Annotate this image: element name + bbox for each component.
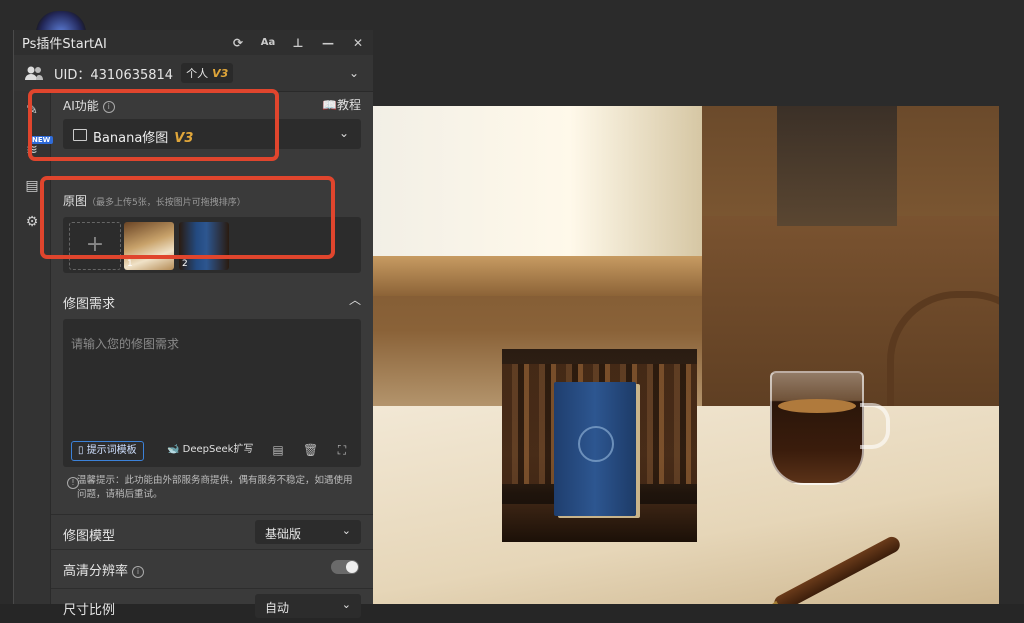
model-select[interactable]: 基础版 ⌄ — [255, 520, 361, 544]
hd-heading: 高清分辨率 i — [63, 560, 145, 579]
window-area — [372, 106, 702, 266]
model-row: 修图模型 基础版 ⌄ — [51, 514, 373, 549]
blue-book — [554, 382, 636, 516]
back-window — [777, 106, 897, 226]
panel-content: AI功能 i 📖教程 Banana修图 V3 ⌄ 原图（最多上传5张，长按图片可拖拽… — [51, 91, 373, 618]
minimize-icon[interactable]: — — [313, 36, 343, 50]
model-label: 修图模型 — [63, 529, 116, 544]
user-bar[interactable]: UID：4310635814 个人 V3 ⌄ — [14, 55, 373, 92]
tutorial-link[interactable]: 📖教程 — [322, 96, 361, 113]
close-icon[interactable]: ✕ — [343, 36, 373, 50]
chevron-down-icon: ⌄ — [338, 126, 349, 140]
chevron-down-icon: ⌄ — [341, 598, 351, 611]
ratio-row: 尺寸比例 自动 ⌄ — [51, 588, 373, 623]
ratio-label: 尺寸比例 — [63, 603, 116, 618]
users-icon — [24, 65, 44, 81]
pin-icon[interactable]: ⊥ — [283, 36, 313, 50]
panel-sidebar: ✎ ≋ NEW ▤ ⚙ — [14, 91, 54, 604]
hd-toggle[interactable] — [331, 560, 359, 574]
plan-badge: 个人 V3 — [181, 63, 234, 83]
highlight-box-ai-function — [28, 89, 279, 161]
book-icon: 📖 — [322, 98, 337, 112]
document-icon[interactable]: ▤ — [23, 177, 41, 195]
plan-version: V3 — [212, 67, 229, 80]
panel-titlebar: Ps插件StartAI ⟳ Aa ⊥ — ✕ — [14, 30, 373, 55]
ratio-select[interactable]: 自动 ⌄ — [255, 594, 361, 618]
highlight-box-source-images — [40, 176, 335, 259]
ratio-value: 自动 — [265, 601, 290, 615]
edit-request-placeholder: 请输入您的修图需求 — [71, 337, 180, 351]
chevron-down-icon[interactable]: ⌄ — [349, 66, 359, 80]
tutorial-label: 教程 — [336, 98, 361, 112]
toggle-knob — [346, 561, 358, 573]
refresh-icon[interactable]: ⟳ — [223, 36, 253, 50]
font-size-icon[interactable]: Aa — [253, 37, 283, 48]
hd-label: 高清分辨率 — [63, 564, 129, 579]
edit-request-label: 修图需求 — [63, 297, 116, 312]
service-notice: 温馨提示：此功能由外部服务商提供，偶有服务不稳定，如遇使用问题，请稍后重试。 — [77, 475, 353, 500]
uid-label: UID：4310635814 — [54, 67, 174, 83]
deepseek-expand-button[interactable]: 🐋 DeepSeek扩写 — [167, 441, 253, 459]
prompt-template-label: 提示词模板 — [86, 445, 137, 456]
expand-icon[interactable]: ⛶ — [335, 443, 349, 457]
book-image-layer[interactable] — [502, 349, 697, 542]
plan-name: 个人 — [186, 67, 209, 80]
window-sill — [372, 256, 702, 296]
info-icon[interactable]: i — [132, 566, 145, 578]
thumbnail-index: 2 — [182, 259, 188, 269]
panel-title: Ps插件StartAI — [22, 37, 107, 52]
gear-icon[interactable]: ⚙ — [23, 213, 41, 231]
history-icon[interactable]: ▤ — [271, 443, 285, 457]
prompt-template-button[interactable]: ▯ 提示词模板 — [71, 441, 144, 461]
hd-row: 高清分辨率 i — [51, 549, 373, 584]
model-value: 基础版 — [265, 527, 302, 541]
chevron-up-icon[interactable]: ︿ — [349, 291, 361, 308]
chevron-down-icon: ⌄ — [341, 524, 351, 537]
trash-icon[interactable]: 🗑 — [303, 443, 318, 457]
deepseek-label: DeepSeek扩写 — [182, 444, 254, 455]
thumbnail-index: 1 — [127, 259, 133, 269]
book-emblem — [578, 426, 614, 462]
edit-request-input[interactable]: 请输入您的修图需求 ▯ 提示词模板 🐋 DeepSeek扩写 ▤ 🗑 ⛶ — [63, 319, 361, 467]
coffee-cup — [770, 371, 890, 485]
